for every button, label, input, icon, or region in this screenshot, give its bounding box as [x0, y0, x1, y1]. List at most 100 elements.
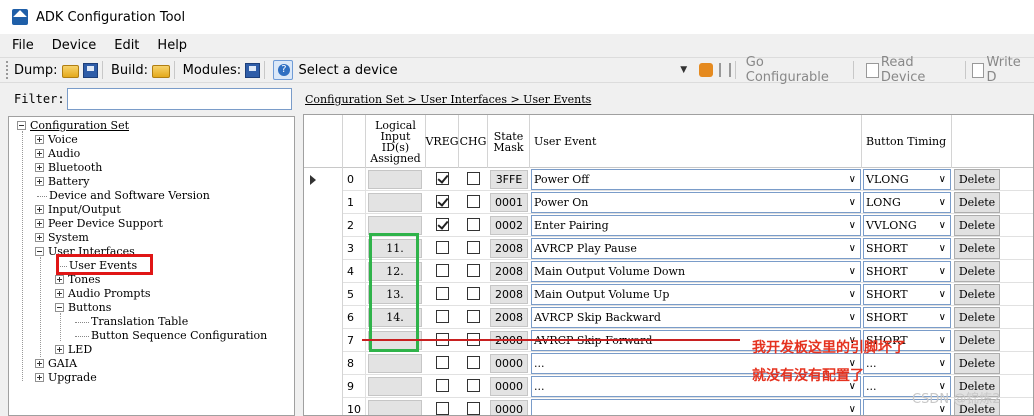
row-selector[interactable] [304, 306, 343, 329]
chg-checkbox[interactable] [467, 356, 480, 369]
menu-help[interactable]: Help [157, 38, 187, 53]
delete-button[interactable]: Delete [954, 238, 1000, 259]
connect-icon[interactable] [699, 63, 713, 77]
tree-item-translation-table[interactable]: Translation Table [75, 315, 188, 329]
tree-item-led[interactable]: LED [55, 343, 92, 357]
dump-open-folder-icon[interactable] [61, 65, 80, 78]
write-device-button[interactable]: Write D [986, 55, 1034, 85]
row-selector[interactable] [304, 260, 343, 283]
delete-button[interactable]: Delete [954, 215, 1000, 236]
tree-item-buttons[interactable]: Buttons [55, 301, 111, 315]
filter-input[interactable] [67, 88, 292, 110]
expand-icon[interactable] [35, 358, 44, 368]
tree-item-input-output[interactable]: Input/Output [35, 203, 121, 217]
user-event-select[interactable]: Main Output Volume Up ∨ [531, 284, 861, 305]
expand-icon[interactable] [35, 372, 44, 382]
vreg-checkbox[interactable] [436, 310, 449, 323]
chg-checkbox[interactable] [467, 241, 480, 254]
logical-input-cell[interactable] [368, 193, 422, 212]
vreg-checkbox[interactable] [436, 287, 449, 300]
go-configurable-button[interactable]: Go Configurable [746, 55, 849, 85]
delete-button[interactable]: Delete [954, 307, 1000, 328]
state-mask-cell[interactable]: 3FFE [490, 170, 528, 189]
vreg-checkbox[interactable] [436, 172, 449, 185]
table-row[interactable]: 1 0001 Power On ∨ LONG ∨ Delete [304, 191, 1033, 214]
tree-item-battery[interactable]: Battery [35, 175, 89, 189]
row-selector[interactable] [304, 283, 343, 306]
tree-item-voice[interactable]: Voice [35, 133, 78, 147]
logical-input-cell[interactable] [368, 400, 422, 415]
read-device-button[interactable]: Read Device [881, 55, 961, 85]
disconnect-icon[interactable] [718, 63, 731, 77]
logical-input-cell[interactable] [368, 170, 422, 189]
expand-icon[interactable] [55, 274, 64, 284]
tree-item-system[interactable]: System [35, 231, 89, 245]
tree-item-tones[interactable]: Tones [55, 273, 100, 287]
state-mask-cell[interactable]: 0002 [490, 216, 528, 235]
expand-icon[interactable] [35, 218, 44, 228]
tree-item-gaia[interactable]: GAIA [35, 357, 77, 371]
tree-item-audio[interactable]: Audio [35, 147, 80, 161]
state-mask-cell[interactable]: 0000 [490, 354, 528, 373]
table-row[interactable]: 0 3FFE Power Off ∨ VLONG ∨ Delete [304, 168, 1033, 191]
dump-save-icon[interactable] [83, 62, 98, 78]
user-event-select[interactable]: ∨ [531, 399, 861, 415]
vreg-checkbox[interactable] [436, 218, 449, 231]
state-mask-cell[interactable]: 2008 [490, 262, 528, 281]
button-timing-select[interactable]: VVLONG ∨ [863, 215, 951, 236]
state-mask-cell[interactable]: 2008 [490, 285, 528, 304]
chg-checkbox[interactable] [467, 172, 480, 185]
delete-button[interactable]: Delete [954, 261, 1000, 282]
row-selector[interactable] [304, 329, 343, 352]
device-select[interactable]: Select a device ▼ [296, 60, 692, 80]
collapse-icon[interactable] [17, 120, 26, 130]
row-selector[interactable] [304, 214, 343, 237]
row-selector[interactable] [304, 398, 343, 415]
chg-checkbox[interactable] [467, 379, 480, 392]
menu-device[interactable]: Device [52, 38, 96, 53]
state-mask-cell[interactable]: 2008 [490, 239, 528, 258]
tree-item-upgrade[interactable]: Upgrade [35, 371, 97, 385]
expand-icon[interactable] [35, 204, 44, 214]
menu-edit[interactable]: Edit [114, 38, 139, 53]
chg-checkbox[interactable] [467, 195, 480, 208]
tree-item-device-software-version[interactable]: Device and Software Version [37, 189, 210, 203]
breadcrumb[interactable]: Configuration Set > User Interfaces > Us… [305, 93, 591, 106]
chg-checkbox[interactable] [467, 218, 480, 231]
vreg-checkbox[interactable] [436, 356, 449, 369]
collapse-icon[interactable] [35, 246, 44, 256]
vreg-checkbox[interactable] [436, 379, 449, 392]
delete-button[interactable]: Delete [954, 169, 1000, 190]
vreg-checkbox[interactable] [436, 241, 449, 254]
row-selector[interactable] [304, 168, 343, 191]
help-icon[interactable] [272, 60, 293, 80]
button-timing-select[interactable]: SHORT ∨ [863, 238, 951, 259]
chg-checkbox[interactable] [467, 310, 480, 323]
delete-button[interactable]: Delete [954, 192, 1000, 213]
row-selector[interactable] [304, 352, 343, 375]
tree-item-configuration-set[interactable]: Configuration Set [17, 119, 129, 133]
state-mask-cell[interactable]: 0000 [490, 400, 528, 415]
table-row[interactable]: 8 0000... ∨... ∨ Delete [304, 352, 1033, 375]
logical-input-cell[interactable] [368, 377, 422, 396]
button-timing-select[interactable]: SHORT ∨ [863, 307, 951, 328]
delete-button[interactable]: Delete [954, 353, 1000, 374]
tree-item-peer-device-support[interactable]: Peer Device Support [35, 217, 163, 231]
chg-checkbox[interactable] [467, 264, 480, 277]
tree-item-audio-prompts[interactable]: Audio Prompts [55, 287, 151, 301]
chg-checkbox[interactable] [467, 402, 480, 415]
tree-item-button-sequence-configuration[interactable]: Button Sequence Configuration [75, 329, 267, 343]
expand-icon[interactable] [35, 134, 44, 144]
row-selector[interactable] [304, 237, 343, 260]
expand-icon[interactable] [35, 162, 44, 172]
vreg-checkbox[interactable] [436, 195, 449, 208]
user-event-select[interactable]: AVRCP Skip Backward ∨ [531, 307, 861, 328]
state-mask-cell[interactable]: 2008 [490, 308, 528, 327]
user-event-select[interactable]: Power Off ∨ [531, 169, 861, 190]
build-open-folder-icon[interactable] [151, 65, 170, 78]
user-event-select[interactable]: Power On ∨ [531, 192, 861, 213]
expand-icon[interactable] [55, 344, 64, 354]
user-event-select[interactable]: Main Output Volume Down ∨ [531, 261, 861, 282]
state-mask-cell[interactable]: 0001 [490, 193, 528, 212]
toolbar-grip[interactable] [6, 61, 10, 79]
